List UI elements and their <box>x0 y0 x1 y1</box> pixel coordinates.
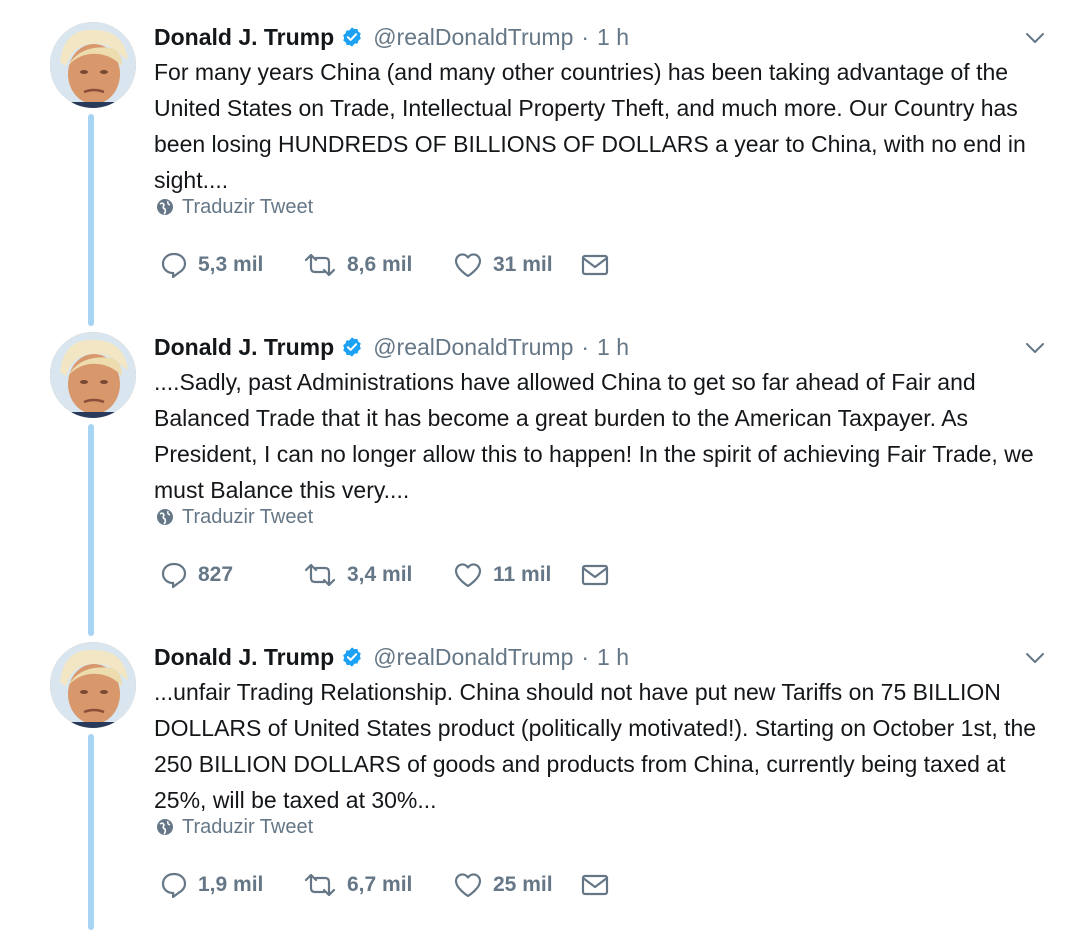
globe-icon <box>156 818 174 836</box>
retweet-button[interactable]: 6,7 mil <box>303 871 453 899</box>
display-name[interactable]: Donald J. Trump <box>154 644 334 671</box>
user-handle[interactable]: @realDonaldTrump <box>373 644 573 671</box>
tweet-actions: 1,9 mil 6,7 mil 25 mil <box>160 868 610 902</box>
verified-badge-icon <box>341 26 363 48</box>
reply-button[interactable]: 5,3 mil <box>160 251 303 279</box>
retweet-button[interactable]: 3,4 mil <box>303 561 453 589</box>
reply-button[interactable]: 827 <box>160 561 303 589</box>
retweet-icon <box>303 871 337 899</box>
timestamp[interactable]: 1 h <box>597 24 629 51</box>
direct-message-icon <box>580 252 610 278</box>
chevron-down-icon[interactable] <box>1024 340 1046 356</box>
retweet-button[interactable]: 8,6 mil <box>303 251 453 279</box>
retweet-icon <box>303 561 337 589</box>
retweet-count: 8,6 mil <box>347 253 413 276</box>
reply-icon <box>160 871 188 899</box>
like-icon <box>453 561 483 589</box>
like-count: 31 mil <box>493 253 553 276</box>
reply-count: 827 <box>198 563 234 586</box>
like-count: 25 mil <box>493 873 553 896</box>
reply-count: 1,9 mil <box>198 873 264 896</box>
verified-badge-icon <box>341 646 363 668</box>
tweet[interactable]: Donald J. Trump @realDonaldTrump · 1 h .… <box>0 310 1068 620</box>
translate-tweet-link[interactable]: Traduzir Tweet <box>156 194 313 220</box>
reply-icon <box>160 561 188 589</box>
timestamp[interactable]: 1 h <box>597 334 629 361</box>
tweet[interactable]: Donald J. Trump @realDonaldTrump · 1 h .… <box>0 620 1068 930</box>
tweet-actions: 827 3,4 mil 11 mil <box>160 558 610 592</box>
avatar[interactable] <box>50 332 136 418</box>
chevron-down-icon[interactable] <box>1024 30 1046 46</box>
user-handle[interactable]: @realDonaldTrump <box>373 24 573 51</box>
translate-tweet-link[interactable]: Traduzir Tweet <box>156 814 313 840</box>
translate-label[interactable]: Traduzir Tweet <box>182 196 313 219</box>
direct-message-icon <box>580 562 610 588</box>
tweet[interactable]: Donald J. Trump @realDonaldTrump · 1 h F… <box>0 0 1068 310</box>
retweet-count: 3,4 mil <box>347 563 413 586</box>
translate-label[interactable]: Traduzir Tweet <box>182 816 313 839</box>
reply-icon <box>160 251 188 279</box>
display-name[interactable]: Donald J. Trump <box>154 334 334 361</box>
tweet-text: For many years China (and many other cou… <box>154 59 1026 193</box>
reply-button[interactable]: 1,9 mil <box>160 871 303 899</box>
tweet-actions: 5,3 mil 8,6 mil 31 mil <box>160 248 610 282</box>
avatar[interactable] <box>50 22 136 108</box>
separator-dot: · <box>581 333 590 360</box>
display-name[interactable]: Donald J. Trump <box>154 24 334 51</box>
reply-count: 5,3 mil <box>198 253 264 276</box>
direct-message-button[interactable] <box>580 872 610 898</box>
user-handle[interactable]: @realDonaldTrump <box>373 334 573 361</box>
like-count: 11 mil <box>493 563 552 586</box>
like-button[interactable]: 11 mil <box>453 561 580 589</box>
like-icon <box>453 871 483 899</box>
retweet-icon <box>303 251 337 279</box>
like-icon <box>453 251 483 279</box>
like-button[interactable]: 31 mil <box>453 251 580 279</box>
globe-icon <box>156 198 174 216</box>
direct-message-button[interactable] <box>580 252 610 278</box>
separator-dot: · <box>581 23 590 50</box>
separator-dot: · <box>581 643 590 670</box>
timestamp[interactable]: 1 h <box>597 644 629 671</box>
tweet-text: ...unfair Trading Relationship. China sh… <box>154 679 1037 813</box>
chevron-down-icon[interactable] <box>1024 650 1046 666</box>
tweet-text: ....Sadly, past Administrations have all… <box>154 369 1034 503</box>
verified-badge-icon <box>341 336 363 358</box>
direct-message-button[interactable] <box>580 562 610 588</box>
translate-tweet-link[interactable]: Traduzir Tweet <box>156 504 313 530</box>
retweet-count: 6,7 mil <box>347 873 413 896</box>
globe-icon <box>156 508 174 526</box>
direct-message-icon <box>580 872 610 898</box>
like-button[interactable]: 25 mil <box>453 871 580 899</box>
avatar[interactable] <box>50 642 136 728</box>
translate-label[interactable]: Traduzir Tweet <box>182 506 313 529</box>
